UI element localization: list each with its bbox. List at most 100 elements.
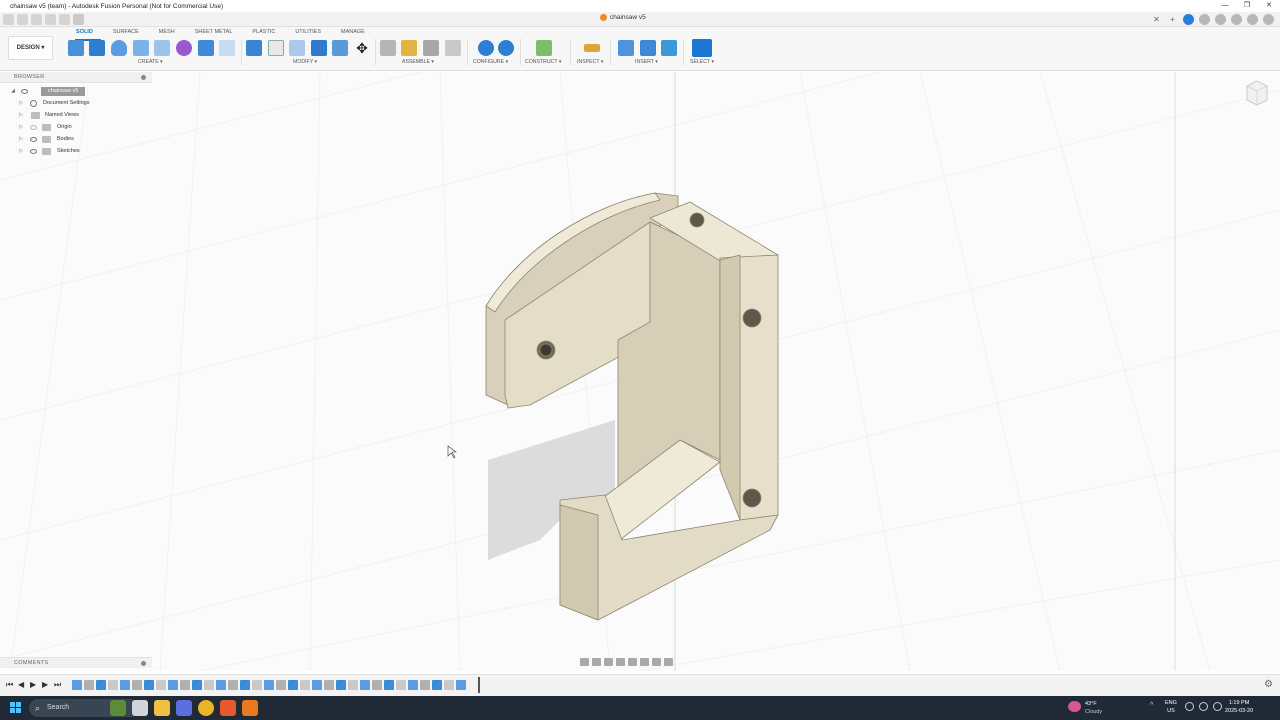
grid-menu-icon[interactable] bbox=[3, 14, 14, 25]
timeline-feature-icon[interactable] bbox=[396, 680, 406, 690]
tab-sheet-metal[interactable]: SHEET METAL bbox=[185, 29, 243, 35]
browser-pin-icon[interactable] bbox=[141, 75, 146, 80]
timeline-feature-icon[interactable] bbox=[192, 680, 202, 690]
inspect-menu[interactable]: INSPECT ▾ bbox=[577, 59, 603, 65]
configure-icon[interactable] bbox=[478, 40, 494, 56]
create-sketch-icon[interactable] bbox=[68, 40, 84, 56]
timeline-feature-icon[interactable] bbox=[252, 680, 262, 690]
tab-surface[interactable]: SURFACE bbox=[103, 29, 149, 35]
close-tab-icon[interactable]: ✕ bbox=[1151, 14, 1162, 25]
3d-viewport[interactable] bbox=[0, 72, 1280, 671]
revolve-icon[interactable] bbox=[111, 40, 127, 56]
viewports-icon[interactable] bbox=[664, 658, 673, 666]
tree-item-document-settings[interactable]: ▷ Document Settings bbox=[0, 98, 152, 109]
timeline-feature-icon[interactable] bbox=[180, 680, 190, 690]
tree-item-sketches[interactable]: ▷ Sketches bbox=[0, 146, 152, 157]
joint-icon[interactable] bbox=[401, 40, 417, 56]
timeline-feature-icon[interactable] bbox=[276, 680, 286, 690]
tree-root[interactable]: ◢ chainsaw v5 bbox=[0, 86, 152, 97]
visibility-eye-icon[interactable] bbox=[30, 137, 37, 142]
timeline-feature-icon[interactable] bbox=[264, 680, 274, 690]
tab-utilities[interactable]: UTILITIES bbox=[285, 29, 331, 35]
timeline-feature-icon[interactable] bbox=[456, 680, 466, 690]
fusion-app-icon[interactable] bbox=[242, 700, 258, 716]
weather-widget[interactable]: 43°F Cloudy bbox=[1068, 699, 1128, 717]
visibility-eye-icon[interactable] bbox=[30, 149, 37, 154]
timeline-feature-icon[interactable] bbox=[324, 680, 334, 690]
extensions-icon[interactable] bbox=[1199, 14, 1210, 25]
insert-menu[interactable]: INSERT ▾ bbox=[635, 59, 658, 65]
clock[interactable]: 1:19 PM 2025-03-20 bbox=[1225, 699, 1253, 715]
pan-icon[interactable] bbox=[604, 658, 613, 666]
wifi-icon[interactable] bbox=[1185, 702, 1194, 711]
task-view-icon[interactable] bbox=[132, 700, 148, 716]
job-status-icon[interactable] bbox=[1215, 14, 1226, 25]
timeline-settings-icon[interactable]: ⚙ bbox=[1264, 679, 1273, 690]
as-built-joint-icon[interactable] bbox=[423, 40, 439, 56]
timeline-feature-icon[interactable] bbox=[96, 680, 106, 690]
timeline-feature-icon[interactable] bbox=[372, 680, 382, 690]
timeline-feature-icon[interactable] bbox=[144, 680, 154, 690]
tray-overflow-icon[interactable]: ^ bbox=[1150, 702, 1153, 709]
widget-icon[interactable] bbox=[110, 700, 126, 716]
grid-settings-icon[interactable] bbox=[652, 658, 661, 666]
combine-icon[interactable] bbox=[332, 40, 348, 56]
chrome-icon[interactable] bbox=[198, 700, 214, 716]
pattern-icon[interactable] bbox=[154, 40, 170, 56]
select-menu[interactable]: SELECT ▾ bbox=[690, 59, 714, 65]
form-icon[interactable] bbox=[176, 40, 192, 56]
timeline-feature-icon[interactable] bbox=[384, 680, 394, 690]
battery-icon[interactable] bbox=[1213, 702, 1222, 711]
windows-start-icon[interactable] bbox=[10, 702, 22, 714]
browser-header[interactable]: BROWSER bbox=[0, 72, 152, 83]
insert-mesh-icon[interactable] bbox=[640, 40, 656, 56]
timeline-feature-icon[interactable] bbox=[204, 680, 214, 690]
expand-arrow-icon[interactable]: ▷ bbox=[18, 110, 24, 121]
redo-icon[interactable] bbox=[59, 14, 70, 25]
minimize-button[interactable]: — bbox=[1214, 0, 1236, 12]
select-icon[interactable] bbox=[692, 39, 712, 57]
tab-mesh[interactable]: MESH bbox=[149, 29, 185, 35]
collapse-arrow-icon[interactable]: ◢ bbox=[10, 86, 16, 97]
comments-panel[interactable]: COMMENTS bbox=[0, 657, 152, 668]
orbit-icon[interactable] bbox=[580, 658, 589, 666]
hole-icon[interactable] bbox=[133, 40, 149, 56]
timeline-feature-icon[interactable] bbox=[300, 680, 310, 690]
timeline-feature-icon[interactable] bbox=[408, 680, 418, 690]
visibility-eye-icon[interactable] bbox=[21, 89, 28, 94]
timeline-feature-icon[interactable] bbox=[432, 680, 442, 690]
move-icon[interactable]: ✥ bbox=[354, 40, 370, 56]
expand-arrow-icon[interactable]: ▷ bbox=[18, 98, 24, 109]
viewcube[interactable] bbox=[1243, 78, 1271, 108]
chamfer-icon[interactable] bbox=[289, 40, 305, 56]
timeline-last-button[interactable]: ⏭ bbox=[54, 680, 61, 690]
expand-arrow-icon[interactable]: ▷ bbox=[18, 122, 24, 133]
timeline-feature-icon[interactable] bbox=[360, 680, 370, 690]
timeline-next-button[interactable]: ▶ bbox=[42, 680, 48, 689]
configure-table-icon[interactable] bbox=[498, 40, 514, 56]
timeline-feature-icon[interactable] bbox=[216, 680, 226, 690]
press-pull-icon[interactable] bbox=[246, 40, 262, 56]
maximize-button[interactable]: ❐ bbox=[1236, 0, 1258, 12]
timeline-marker[interactable] bbox=[478, 677, 480, 693]
timeline-feature-icon[interactable] bbox=[84, 680, 94, 690]
zoom-icon[interactable] bbox=[616, 658, 625, 666]
volume-icon[interactable] bbox=[1199, 702, 1208, 711]
configure-menu[interactable]: CONFIGURE ▾ bbox=[473, 59, 508, 65]
timeline-prev-button[interactable]: ◀ bbox=[18, 680, 24, 689]
modify-menu[interactable]: MODIFY ▾ bbox=[293, 59, 317, 65]
timeline-feature-icon[interactable] bbox=[240, 680, 250, 690]
close-button[interactable]: ✕ bbox=[1258, 0, 1280, 12]
timeline-feature-icon[interactable] bbox=[444, 680, 454, 690]
timeline-feature-icon[interactable] bbox=[72, 680, 82, 690]
fillet-icon[interactable] bbox=[268, 40, 284, 56]
tree-item-origin[interactable]: ▷ Origin bbox=[0, 122, 152, 133]
visibility-eye-icon[interactable] bbox=[30, 125, 37, 130]
save-icon[interactable] bbox=[31, 14, 42, 25]
notifications-icon[interactable] bbox=[1231, 14, 1242, 25]
box-icon[interactable] bbox=[198, 40, 214, 56]
timeline-feature-icon[interactable] bbox=[348, 680, 358, 690]
tree-item-named-views[interactable]: ▷ Named Views bbox=[0, 110, 152, 121]
offset-plane-icon[interactable] bbox=[536, 40, 552, 56]
measure-icon[interactable] bbox=[584, 44, 600, 52]
